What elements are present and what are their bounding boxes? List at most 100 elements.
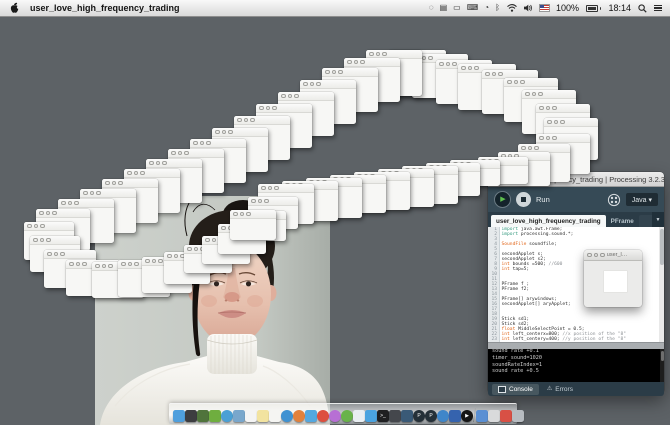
mini-window-titlebar — [168, 149, 224, 158]
keyboard-icon[interactable]: ⌨ — [467, 0, 479, 16]
dock-icon-media-app[interactable] — [197, 410, 209, 422]
mini-window-titlebar — [322, 68, 378, 77]
mini-window-titlebar — [124, 169, 180, 178]
close-icon[interactable] — [587, 253, 592, 258]
mini-window-titlebar — [248, 197, 298, 206]
mini-window-titlebar — [300, 80, 356, 89]
mini-window-titlebar — [44, 250, 96, 259]
mini-window-titlebar — [58, 199, 114, 208]
dock-icon-textedit[interactable] — [269, 410, 281, 422]
code-scrollbar[interactable] — [659, 227, 664, 342]
mini-window-titlebar — [30, 236, 80, 245]
mini-window-titlebar — [146, 159, 202, 168]
input-source-flag-icon[interactable] — [540, 5, 549, 11]
mini-window[interactable] — [230, 210, 276, 240]
minimize-icon[interactable] — [594, 253, 599, 258]
ide-footer: Console ⚠ Errors — [488, 382, 664, 396]
spotlight-icon[interactable] — [638, 4, 647, 13]
tab-PFrame[interactable]: PFrame — [606, 215, 639, 227]
dock-icon-camera-app[interactable] — [449, 410, 461, 422]
dock-icon-play-app[interactable]: ▶ — [461, 410, 473, 422]
dock-icon-photos-dark[interactable] — [185, 410, 197, 422]
console-scrollbar[interactable] — [660, 349, 664, 382]
dock-icon-safari[interactable] — [221, 410, 233, 422]
mini-window-titlebar — [230, 210, 276, 219]
run-label: Run — [536, 195, 550, 204]
console-line: sound rate +0.5 — [492, 368, 664, 375]
dock-icon-notes[interactable] — [257, 410, 269, 422]
run-button[interactable]: ▶ — [494, 191, 511, 208]
display-icon[interactable]: ▭ — [453, 0, 461, 16]
sync-icon[interactable]: ◌ — [429, 0, 434, 16]
code-line: 23int left_centery=400; //y position of … — [488, 337, 664, 342]
tab-overflow-button[interactable]: ▼ — [652, 212, 664, 227]
bluetooth-icon[interactable]: ᛒ — [495, 0, 500, 16]
menu-bar: user_love_high_frequency_trading ◌▤▭⌨◔ᛒ … — [0, 0, 670, 17]
dock-icon-green-sphere[interactable] — [341, 410, 353, 422]
mini-window-titlebar — [536, 134, 590, 143]
ide-toolbar: ▶ Run Java ▾ — [488, 187, 664, 212]
ide-tabbar: user_love_high_frequency_tradingPFrame ▼ — [488, 212, 664, 227]
camera-icon[interactable]: ▤ — [440, 0, 448, 16]
tab-user_love_high_frequency_trading[interactable]: user_love_high_frequency_trading — [491, 215, 606, 227]
sketch-output-titlebar[interactable]: user_l… — [584, 250, 642, 261]
dock-icon-maps[interactable] — [353, 410, 365, 422]
dock-icon-app-store[interactable] — [281, 410, 293, 422]
mini-window-titlebar — [278, 92, 334, 101]
warning-icon: ⚠ — [547, 386, 552, 392]
dock-icon-finder[interactable] — [173, 410, 185, 422]
dock-icon-display-pref[interactable] — [389, 410, 401, 422]
dock-icon-trash[interactable] — [512, 410, 524, 422]
errors-label: Errors — [555, 386, 573, 393]
zoom-icon[interactable] — [600, 253, 605, 258]
clock-icon[interactable]: ◔ — [484, 0, 489, 16]
mini-window-titlebar — [212, 128, 268, 137]
console-icon — [498, 386, 506, 393]
tab-console[interactable]: Console — [492, 384, 539, 395]
dock-icon-chrome[interactable] — [317, 410, 329, 422]
notification-center-icon[interactable] — [654, 5, 662, 12]
dock-icon-orange-app[interactable] — [293, 410, 305, 422]
editor-status-strip — [488, 342, 664, 349]
sketch-canvas-square — [604, 271, 627, 292]
stop-button[interactable] — [516, 192, 531, 207]
mini-window-titlebar — [504, 78, 558, 87]
mini-window-titlebar — [536, 104, 590, 113]
dock-icon-photos-flower[interactable] — [329, 410, 341, 422]
dock-icon-calendar[interactable] — [245, 410, 257, 422]
dock-icon-chat[interactable] — [365, 410, 377, 422]
debug-icon[interactable] — [607, 193, 621, 207]
clock-time[interactable]: 18:14 — [608, 3, 631, 13]
dock-icon-stack[interactable] — [488, 410, 500, 422]
sketch-output-title: user_l… — [607, 252, 627, 258]
dock-icon-messages[interactable] — [305, 410, 317, 422]
tab-errors[interactable]: ⚠ Errors — [541, 384, 579, 395]
console-output: sound rate +0.1timer_sound=1020soundRate… — [488, 349, 664, 382]
console-label: Console — [509, 386, 533, 393]
mini-window-titlebar — [190, 139, 246, 148]
desktop: user_love_high_frequency_trading | Proce… — [0, 0, 670, 425]
apple-menu[interactable] — [9, 2, 20, 14]
dock: >_ PP ▶ — [169, 403, 517, 424]
dock-icon-downloads-folder[interactable] — [476, 410, 488, 422]
mini-window-titlebar — [36, 209, 90, 218]
battery-percent: 100% — [556, 3, 579, 13]
wifi-icon[interactable] — [507, 4, 517, 12]
dock-icon-quicktime[interactable] — [437, 410, 449, 422]
dock-icon-processing-b[interactable]: P — [425, 410, 437, 422]
dock-icon-processing-a[interactable]: P — [413, 410, 425, 422]
dock-icon-utilities[interactable] — [401, 410, 413, 422]
mini-window-titlebar — [80, 189, 136, 198]
sketch-output-window[interactable]: user_l… — [584, 250, 642, 307]
mini-window-titlebar — [522, 90, 576, 99]
dock-icon-green-app[interactable] — [209, 410, 221, 422]
dock-icon-terminal[interactable]: >_ — [377, 410, 389, 422]
dock-icon-mail[interactable] — [233, 410, 245, 422]
active-app-name[interactable]: user_love_high_frequency_trading — [30, 3, 180, 13]
volume-icon[interactable] — [524, 4, 533, 12]
mode-dropdown[interactable]: Java ▾ — [626, 193, 658, 206]
mini-window-titlebar — [102, 179, 158, 188]
mini-window-titlebar — [258, 184, 314, 193]
console-line: soundRateIndex=1 — [492, 362, 664, 369]
dock-icon-red-app[interactable] — [500, 410, 512, 422]
